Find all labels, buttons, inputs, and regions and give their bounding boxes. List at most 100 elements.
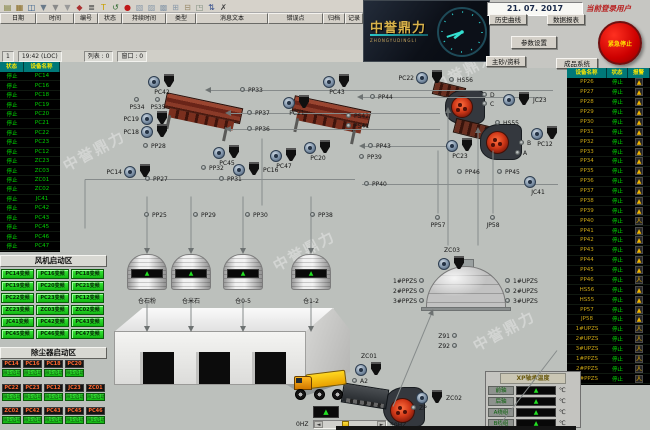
- device-row-PC47[interactable]: 停止PC47: [0, 242, 60, 251]
- device-row-HS56[interactable]: HS56停止▲: [567, 285, 650, 295]
- filter-all-icon[interactable]: ▼: [38, 1, 49, 12]
- device-row-PP35[interactable]: PP35停止▲: [567, 167, 650, 177]
- fan-start-button-PC12[interactable]: PC12变频: [71, 293, 104, 303]
- new-icon[interactable]: ▤: [2, 1, 13, 12]
- fan-start-button-PC21[interactable]: PC21变频: [71, 281, 104, 291]
- fan-start-button-PC42[interactable]: PC42变频: [36, 317, 69, 327]
- device-row-PC45[interactable]: 停止PC45: [0, 223, 60, 232]
- device-row-ZC01[interactable]: 停止ZC01: [0, 176, 60, 185]
- alarm-column-7[interactable]: 消息文本: [196, 13, 268, 24]
- open-icon[interactable]: ▦: [14, 1, 25, 12]
- device-row-1#UPZS[interactable]: 1#UPZS停止人: [567, 325, 650, 335]
- alarm-bell-icon[interactable]: ▲: [635, 108, 643, 116]
- alarm-column-4[interactable]: 状态: [98, 13, 122, 24]
- alarm-column-1[interactable]: 日期: [0, 13, 36, 24]
- device-row-JP58[interactable]: JP58停止▲: [567, 315, 650, 325]
- refresh-icon[interactable]: ↺: [110, 1, 121, 12]
- equipment-PC45[interactable]: PC45: [213, 145, 243, 159]
- view-1-icon[interactable]: ▧: [134, 1, 145, 12]
- emergency-stop-button[interactable]: 紧急停止: [598, 21, 642, 65]
- equipment-ZC03[interactable]: ZC03: [438, 256, 468, 270]
- alarm-column-2[interactable]: 时间: [36, 13, 74, 24]
- device-row-PP36[interactable]: PP36停止▲: [567, 177, 650, 187]
- device-row-PP27[interactable]: PP27停止▲: [567, 88, 650, 98]
- device-row-PP38[interactable]: PP38停止▲: [567, 197, 650, 207]
- device-row-PP42[interactable]: PP42停止▲: [567, 236, 650, 246]
- alarm-bell-icon[interactable]: ▲: [635, 246, 643, 254]
- fan-start-button-ZC02[interactable]: ZC02变频: [71, 305, 104, 315]
- equipment-PC14[interactable]: PC14: [124, 164, 154, 178]
- dust-start-button-ZC02[interactable]: 除尘启动: [2, 416, 21, 424]
- parameter-settings-button[interactable]: 参数设置: [511, 36, 557, 49]
- device-row-PC22[interactable]: 停止PC22: [0, 129, 60, 138]
- device-row-PP57[interactable]: PP57停止▲: [567, 305, 650, 315]
- link-icon[interactable]: ⊟: [182, 1, 193, 12]
- silo-4[interactable]: ▲仓1-2: [291, 254, 331, 294]
- dust-start-button-PC14[interactable]: 除尘启动: [2, 369, 21, 377]
- person-icon[interactable]: 人: [635, 365, 643, 373]
- alarm-column-10[interactable]: 记录: [345, 13, 363, 24]
- fan-start-button-PC46[interactable]: PC46变频: [36, 329, 69, 339]
- alarm-column-9[interactable]: 归档: [323, 13, 345, 24]
- device-row-3#UPZS[interactable]: 3#UPZS停止人: [567, 345, 650, 355]
- dust-start-button-PC18[interactable]: 除尘启动: [44, 369, 63, 377]
- device-row-JC41[interactable]: 停止JC41: [0, 195, 60, 204]
- equipment-ZC02[interactable]: ZC02: [416, 390, 446, 404]
- device-row-PC21[interactable]: 停止PC21: [0, 119, 60, 128]
- alarm-bell-icon[interactable]: ▲: [635, 207, 643, 215]
- device-row-ZC02[interactable]: 停止ZC02: [0, 185, 60, 194]
- main-material-button[interactable]: 主砂/资料: [486, 56, 526, 67]
- dust-start-button-PC46[interactable]: 除尘启动: [86, 416, 105, 424]
- alarm-bell-icon[interactable]: ▲: [635, 197, 643, 205]
- alarm-bell-icon[interactable]: ▲: [635, 138, 643, 146]
- person-icon[interactable]: 人: [635, 325, 643, 333]
- alarm-bell-icon[interactable]: ▲: [635, 98, 643, 106]
- device-row-PP44[interactable]: PP44停止▲: [567, 256, 650, 266]
- fan-start-button-JC41[interactable]: JC41变频: [1, 317, 34, 327]
- equipment-PC19[interactable]: PC19: [141, 111, 171, 125]
- dust-start-button-JC23[interactable]: 除尘启动: [65, 393, 84, 401]
- device-row-PP34[interactable]: PP34停止▲: [567, 157, 650, 167]
- alarm-column-5[interactable]: 持续时间: [122, 13, 166, 24]
- data-report-button[interactable]: 数据报表: [547, 14, 585, 25]
- equipment-PC21[interactable]: PC21: [283, 95, 313, 109]
- clear-icon[interactable]: ✗: [218, 1, 229, 12]
- fan-start-button-PC45[interactable]: PC45变频: [1, 329, 34, 339]
- device-row-PP43[interactable]: PP43停止▲: [567, 246, 650, 256]
- dust-start-button-ZC01[interactable]: 除尘启动: [86, 393, 105, 401]
- equipment-PC18[interactable]: PC18: [141, 124, 171, 138]
- silo-1[interactable]: ▲仓石粉: [127, 254, 167, 294]
- device-row-PP30[interactable]: PP30停止▲: [567, 118, 650, 128]
- device-row-PP45[interactable]: PP45停止▲: [567, 266, 650, 276]
- equipment-PC12[interactable]: PC12: [531, 126, 561, 140]
- person-icon[interactable]: 人: [635, 345, 643, 353]
- alarm-bell-icon[interactable]: ▲: [635, 286, 643, 294]
- dust-start-button-PC45[interactable]: 除尘启动: [65, 416, 84, 424]
- device-row-PP29[interactable]: PP29停止▲: [567, 108, 650, 118]
- alarm-bell-icon[interactable]: ▲: [635, 88, 643, 96]
- dust-start-button-PC22[interactable]: 除尘启动: [2, 393, 21, 401]
- equipment-ZC01[interactable]: ZC01: [355, 362, 385, 376]
- device-row-ZC23[interactable]: 停止ZC23: [0, 157, 60, 166]
- alarm-bell-icon[interactable]: ▲: [635, 306, 643, 314]
- device-row-PP32[interactable]: PP32停止▲: [567, 137, 650, 147]
- alarm-column-3[interactable]: 编号: [74, 13, 98, 24]
- device-row-PP33[interactable]: PP33停止▲: [567, 147, 650, 157]
- view-4-icon[interactable]: ⊞: [170, 1, 181, 12]
- device-row-PC16[interactable]: 停止PC16: [0, 81, 60, 90]
- dust-start-button-PC42[interactable]: 除尘启动: [23, 416, 42, 424]
- alarm-bell-icon[interactable]: ▲: [635, 256, 643, 264]
- view-2-icon[interactable]: ▨: [146, 1, 157, 12]
- device-row-PC23[interactable]: 停止PC23: [0, 138, 60, 147]
- dust-start-button-PC20[interactable]: 除尘启动: [65, 369, 84, 377]
- person-icon[interactable]: 人: [635, 375, 643, 383]
- equipment-PC42[interactable]: PC42: [148, 74, 178, 88]
- fan-start-button-ZC03[interactable]: ZC03变频: [36, 305, 69, 315]
- device-row-PP46[interactable]: PP46停止人: [567, 276, 650, 286]
- dust-start-button-PC43[interactable]: 除尘启动: [44, 416, 63, 424]
- device-row-PC14[interactable]: 停止PC14: [0, 72, 60, 81]
- fan-start-button-ZC23[interactable]: ZC23变频: [1, 305, 34, 315]
- alarm-bell-icon[interactable]: ▲: [635, 266, 643, 274]
- storage-dome[interactable]: [424, 264, 508, 308]
- alarm-bell-icon[interactable]: ▲: [635, 128, 643, 136]
